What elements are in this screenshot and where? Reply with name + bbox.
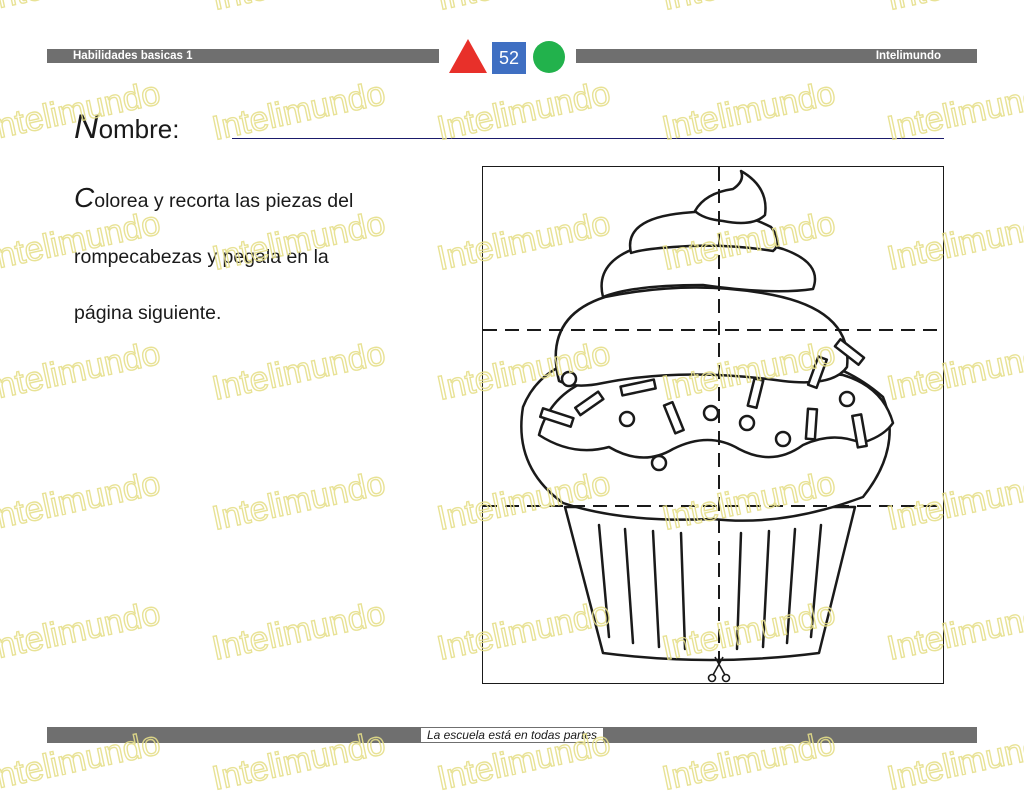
watermark-text: Intelimundo <box>0 464 164 538</box>
instructions-text: Colorea y recorta las piezas del rompeca… <box>74 170 454 341</box>
footer-tagline: La escuela está en todas partes <box>0 726 1024 744</box>
watermark-text: Intelimundo <box>434 74 614 148</box>
green-circle-icon <box>533 41 565 73</box>
book-title: Habilidades basicas 1 <box>73 50 193 62</box>
watermark-text: Intelimundo <box>209 0 389 18</box>
header-left-bar: Habilidades basicas 1 <box>47 49 439 63</box>
frosting-tip <box>693 169 767 225</box>
instructions-line-1: Colorea y recorta las piezas del <box>74 182 354 213</box>
name-field-line[interactable] <box>232 138 944 139</box>
header-right-bar: Intelimundo <box>576 49 977 63</box>
watermark-text: Intelimundo <box>209 334 389 408</box>
watermark-text: Intelimundo <box>659 0 839 18</box>
page-number: 52 <box>492 42 526 74</box>
watermark-text: Intelimundo <box>884 0 1024 18</box>
watermark-text: Intelimundo <box>434 0 614 18</box>
red-triangle-icon <box>449 39 487 73</box>
instructions-line-3: página siguiente. <box>74 302 222 324</box>
watermark-text: Intelimundo <box>884 74 1024 148</box>
watermark-text: Intelimundo <box>659 74 839 148</box>
watermark-text: Intelimundo <box>209 594 389 668</box>
watermark-text: Intelimundo <box>209 464 389 538</box>
publisher-name: Intelimundo <box>875 50 941 62</box>
name-label: Nombre: <box>74 108 180 146</box>
instructions-line-2: rompecabezas y pegala en la <box>74 246 329 268</box>
watermark-text: Intelimundo <box>0 334 164 408</box>
puzzle-frame <box>482 166 945 684</box>
watermark-text: Intelimundo <box>0 594 164 668</box>
cupcake-illustration <box>483 167 945 683</box>
watermark-text: Intelimundo <box>209 74 389 148</box>
frosting-swirl-bottom <box>554 286 849 387</box>
watermark-text: Intelimundo <box>0 0 164 18</box>
